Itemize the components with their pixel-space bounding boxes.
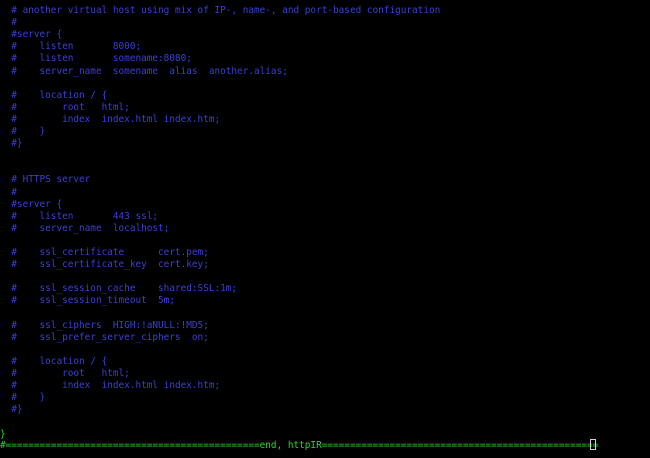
editor-line: #server { — [0, 198, 63, 210]
editor-line: # HTTPS server — [0, 174, 91, 186]
editor-line: # ssl_session_cache shared:SSL:1m; — [0, 283, 238, 295]
editor-line: # } — [0, 126, 46, 137]
editor-line: # ssl_certificate cert.pem; — [0, 247, 209, 258]
editor-line: # — [0, 186, 17, 198]
editor-line: # listen 8000; — [0, 41, 142, 53]
editor-line: # ssl_session_timeout 5m; — [0, 295, 175, 307]
editor-line: # } — [0, 392, 46, 404]
editor-line: # — [0, 17, 17, 29]
editor-line: # ssl_ciphers HIGH:!aNULL:!MD5; — [0, 319, 209, 331]
editor-line: # server_name somename alias another.ali… — [0, 65, 288, 77]
editor-line: # root html; — [0, 101, 130, 113]
editor-line: # listen 443 ssl; — [0, 210, 159, 222]
status-line: #=======================================… — [0, 440, 599, 451]
editor-line: #} — [0, 138, 23, 150]
editor-line: # root html; — [0, 368, 130, 379]
editor-line: } — [0, 428, 6, 440]
editor-line: # another virtual host using mix of IP-,… — [0, 5, 441, 16]
editor-line: #server { — [0, 29, 63, 41]
terminal-window[interactable]: # another virtual host using mix of IP-,… — [0, 0, 650, 458]
editor-line: # server_name localhost; — [0, 222, 170, 234]
text-cursor — [590, 439, 596, 450]
editor-line: # index index.html index.htm; — [0, 380, 221, 392]
editor-line: # location / { — [0, 89, 108, 101]
editor-line: #} — [0, 404, 23, 416]
editor-line: # listen somename:8080; — [0, 53, 192, 65]
editor-line: # index index.html index.htm; — [0, 113, 221, 125]
editor-line: # ssl_certificate_key cert.key; — [0, 259, 209, 271]
editor-line: # ssl_prefer_server_ciphers on; — [0, 331, 209, 343]
editor-line: # location / { — [0, 355, 108, 367]
